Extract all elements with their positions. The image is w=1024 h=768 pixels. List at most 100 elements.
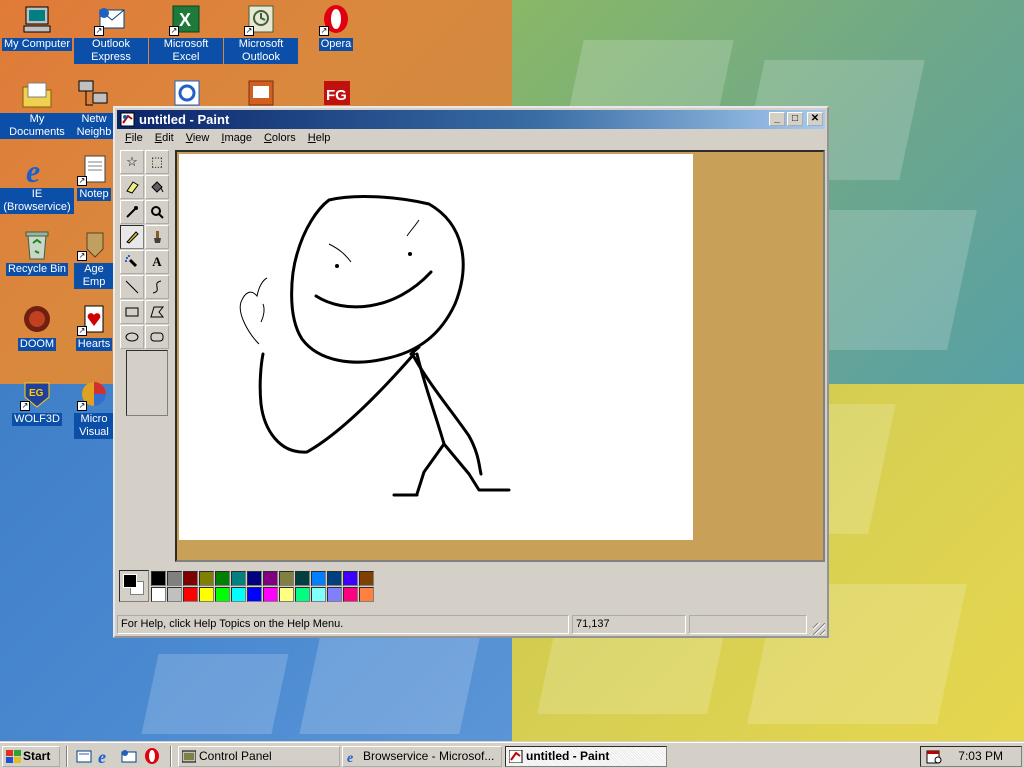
tool-brush[interactable] (145, 225, 169, 249)
title-bar[interactable]: untitled - Paint _ □ ✕ (117, 110, 825, 129)
palette-swatch[interactable] (247, 587, 262, 602)
close-button[interactable]: ✕ (807, 112, 823, 126)
paint-window[interactable]: untitled - Paint _ □ ✕ File Edit View Im… (113, 106, 829, 638)
desktop-icon-my-computer[interactable]: My Computer (0, 4, 74, 51)
icon-label: Microsoft Outlook (224, 38, 298, 64)
canvas-area[interactable] (175, 150, 825, 562)
resize-grip[interactable] (813, 623, 825, 635)
current-colors[interactable] (119, 570, 149, 602)
palette-swatch[interactable] (215, 571, 230, 586)
desktop-icon-ie-browservice[interactable]: e IE (Browservice) (0, 153, 74, 214)
palette-swatch[interactable] (231, 587, 246, 602)
magnifier-icon (151, 206, 164, 219)
shortcut-arrow-icon: ↗ (169, 26, 179, 36)
tool-select[interactable]: ⬚ (145, 150, 169, 174)
desktop-icon-recycle-bin[interactable]: Recycle Bin (0, 229, 74, 276)
tool-fill-with-color[interactable] (145, 175, 169, 199)
desktop-icon-outlook-express[interactable]: ↗ Outlook Express (74, 4, 148, 64)
start-button[interactable]: Start (2, 746, 60, 767)
palette-swatch[interactable] (279, 571, 294, 586)
outlook-express-icon[interactable] (120, 747, 138, 765)
palette-swatch[interactable] (359, 571, 374, 586)
tool-line[interactable] (120, 275, 144, 299)
window-controls: _ □ ✕ (769, 112, 823, 126)
palette-swatch[interactable] (215, 587, 230, 602)
computer-icon (20, 4, 54, 36)
tool-options-box[interactable] (126, 350, 168, 416)
palette-swatch[interactable] (295, 587, 310, 602)
tool-text[interactable]: A (145, 250, 169, 274)
wolf3d-icon: EG ↗ (20, 379, 54, 411)
desktop-icon-my-documents[interactable]: My Documents (0, 79, 74, 139)
desktop-icon-doom[interactable]: DOOM (0, 304, 74, 351)
tool-free-form-select[interactable]: ☆ (120, 150, 144, 174)
menu-help[interactable]: Help (302, 130, 337, 148)
palette-swatch[interactable] (263, 571, 278, 586)
shortcut-arrow-icon: ↗ (77, 326, 87, 336)
internet-explorer-icon: e (20, 153, 54, 189)
menu-edit[interactable]: Edit (149, 130, 180, 148)
desktop-icon-microsoft-outlook[interactable]: ↗ Microsoft Outlook (224, 4, 298, 64)
icon-label: Netw Neighb (74, 113, 114, 139)
maximize-button[interactable]: □ (787, 112, 803, 126)
tool-ellipse[interactable] (120, 325, 144, 349)
palette-swatch[interactable] (199, 571, 214, 586)
desktop-icon-wolf3d[interactable]: EG ↗ WOLF3D (0, 379, 74, 426)
palette-swatch[interactable] (151, 587, 166, 602)
palette-swatch[interactable] (327, 571, 342, 586)
task-scheduler-icon[interactable] (926, 749, 942, 764)
tool-rectangle[interactable] (120, 300, 144, 324)
tool-curve[interactable] (145, 275, 169, 299)
minimize-button[interactable]: _ (769, 112, 785, 126)
task-paint[interactable]: untitled - Paint (505, 746, 667, 767)
menu-colors[interactable]: Colors (258, 130, 302, 148)
menu-view[interactable]: View (180, 130, 216, 148)
palette-swatch[interactable] (247, 571, 262, 586)
opera-icon[interactable] (143, 747, 161, 765)
desktop-icon-notepad[interactable]: ↗ Notep (74, 154, 114, 201)
show-desktop-icon[interactable] (75, 747, 93, 765)
desktop-icon-hearts[interactable]: ↗ Hearts (74, 304, 114, 351)
desktop-icon-opera[interactable]: ↗ Opera (299, 4, 373, 51)
tool-airbrush[interactable] (120, 250, 144, 274)
control-panel-icon (182, 750, 196, 763)
tool-magnifier[interactable] (145, 200, 169, 224)
palette-swatch[interactable] (343, 571, 358, 586)
palette-swatch[interactable] (167, 571, 182, 586)
palette-swatch[interactable] (359, 587, 374, 602)
palette-swatch[interactable] (311, 571, 326, 586)
paint-app-icon[interactable] (120, 112, 135, 127)
desktop-icon-age-of-empires[interactable]: ↗ Age Emp (74, 229, 114, 289)
palette-swatch[interactable] (279, 587, 294, 602)
tool-eraser[interactable] (120, 175, 144, 199)
drawing-canvas[interactable] (179, 154, 693, 540)
clock[interactable]: 7:03 PM (958, 747, 1003, 766)
desktop-icon-microsoft-excel[interactable]: X ↗ Microsoft Excel (149, 4, 223, 64)
palette-swatch[interactable] (311, 587, 326, 602)
palette-swatch[interactable] (295, 571, 310, 586)
tool-pick-color[interactable] (120, 200, 144, 224)
palette-swatch[interactable] (167, 587, 182, 602)
internet-explorer-icon[interactable]: e (97, 747, 115, 765)
tool-polygon[interactable] (145, 300, 169, 324)
palette-swatch[interactable] (343, 587, 358, 602)
menu-file[interactable]: File (119, 130, 149, 148)
airbrush-icon (125, 255, 138, 268)
shortcut-arrow-icon: ↗ (244, 26, 254, 36)
palette-swatch[interactable] (263, 587, 278, 602)
palette-swatch[interactable] (231, 571, 246, 586)
desktop-icon-network-neighborhood[interactable]: Netw Neighb (74, 79, 114, 139)
menu-image[interactable]: Image (215, 130, 258, 148)
palette-swatch[interactable] (199, 587, 214, 602)
task-control-panel[interactable]: Control Panel (178, 746, 340, 767)
task-browservice[interactable]: e Browservice - Microsof... (342, 746, 502, 767)
palette-swatch[interactable] (183, 587, 198, 602)
palette-swatch[interactable] (151, 571, 166, 586)
palette-swatch[interactable] (183, 571, 198, 586)
tool-pencil[interactable] (120, 225, 144, 249)
tool-rounded-rectangle[interactable] (145, 325, 169, 349)
desktop-icon-microsoft-visual[interactable]: ↗ Micro Visual (74, 379, 114, 439)
menu-edit-label: Edit (154, 132, 174, 144)
palette-swatch[interactable] (327, 587, 342, 602)
task-label: Browservice - Microsof... (363, 749, 495, 763)
